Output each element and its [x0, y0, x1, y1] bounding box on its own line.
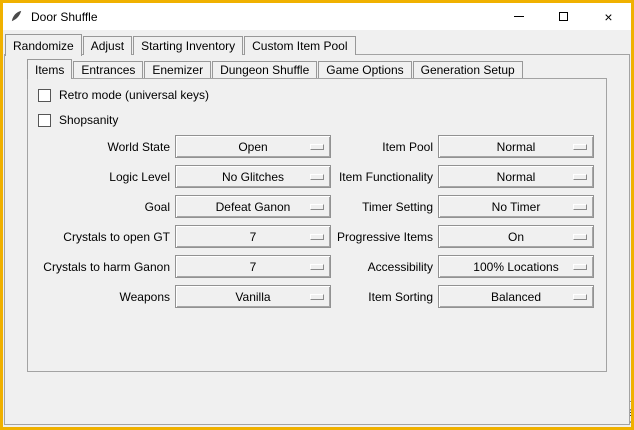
timer-setting-label: Timer Setting [291, 200, 433, 214]
dropdown-value: Normal [497, 140, 536, 154]
item-sorting-label: Item Sorting [291, 290, 433, 304]
minimize-icon [514, 16, 524, 17]
accessibility-dropdown[interactable]: 100% Locations [438, 255, 594, 278]
dropdown-value: No Glitches [222, 170, 284, 184]
crystals-gt-label: Crystals to open GT [28, 230, 170, 244]
dropdown-value: Normal [497, 170, 536, 184]
checkbox-shopsanity[interactable]: Shopsanity [38, 112, 118, 128]
dropdown-value: On [508, 230, 524, 244]
world-state-label: World State [28, 140, 170, 154]
dropdown-indicator-icon [573, 174, 587, 180]
maximize-icon [559, 12, 568, 21]
goal-label: Goal [28, 200, 170, 214]
item-sorting-dropdown[interactable]: Balanced [438, 285, 594, 308]
form-column-right: Item Pool Normal Item Functionality Norm… [291, 135, 594, 315]
randomize-tabstrip: Items Entrances Enemizer Dungeon Shuffle… [27, 59, 524, 78]
logic-level-label: Logic Level [28, 170, 170, 184]
dropdown-indicator-icon [573, 294, 587, 300]
tab-randomize[interactable]: Randomize [5, 34, 82, 56]
dropdown-value: No Timer [492, 200, 541, 214]
dropdown-value: Defeat Ganon [216, 200, 291, 214]
progressive-items-label: Progressive Items [291, 230, 433, 244]
minimize-button[interactable] [496, 3, 541, 30]
client-area: Randomize Adjust Starting Inventory Cust… [3, 30, 631, 427]
timer-setting-dropdown[interactable]: No Timer [438, 195, 594, 218]
item-functionality-label: Item Functionality [291, 170, 433, 184]
item-functionality-dropdown[interactable]: Normal [438, 165, 594, 188]
tab-dungeon-shuffle[interactable]: Dungeon Shuffle [212, 61, 317, 78]
maximize-button[interactable] [541, 3, 586, 30]
checkbox-label: Shopsanity [59, 113, 118, 127]
dropdown-value: Vanilla [235, 290, 270, 304]
checkbox-box[interactable] [38, 114, 51, 127]
checkbox-retro-mode[interactable]: Retro mode (universal keys) [38, 87, 209, 103]
items-panel: Retro mode (universal keys) Shopsanity W… [27, 78, 607, 372]
item-pool-label: Item Pool [291, 140, 433, 154]
tab-custom-item-pool[interactable]: Custom Item Pool [244, 36, 355, 55]
close-icon: × [604, 10, 612, 24]
tab-starting-inventory[interactable]: Starting Inventory [133, 36, 243, 55]
progressive-items-dropdown[interactable]: On [438, 225, 594, 248]
checkbox-box[interactable] [38, 89, 51, 102]
form-column-left: World State Open Logic Level No Glitches… [28, 135, 331, 315]
titlebar: Door Shuffle × [3, 3, 631, 30]
window-controls: × [496, 3, 631, 30]
tab-game-options[interactable]: Game Options [318, 61, 411, 78]
dropdown-indicator-icon [573, 144, 587, 150]
dropdown-value: 100% Locations [473, 260, 558, 274]
dropdown-indicator-icon [573, 204, 587, 210]
dropdown-value: Open [238, 140, 267, 154]
accessibility-label: Accessibility [291, 260, 433, 274]
checkbox-label: Retro mode (universal keys) [59, 88, 209, 102]
app-window: Door Shuffle × Randomize Adjust Starting… [0, 0, 634, 430]
tab-generation-setup[interactable]: Generation Setup [413, 61, 523, 78]
close-button[interactable]: × [586, 3, 631, 30]
crystals-ganon-label: Crystals to harm Ganon [28, 260, 170, 274]
tab-adjust[interactable]: Adjust [83, 36, 132, 55]
item-pool-dropdown[interactable]: Normal [438, 135, 594, 158]
app-icon [9, 9, 24, 24]
main-tabstrip: Randomize Adjust Starting Inventory Cust… [5, 33, 357, 55]
weapons-label: Weapons [28, 290, 170, 304]
dropdown-value: Balanced [491, 290, 541, 304]
window-title: Door Shuffle [31, 10, 98, 24]
dropdown-value: 7 [250, 260, 257, 274]
dropdown-indicator-icon [573, 264, 587, 270]
dropdown-value: 7 [250, 230, 257, 244]
tab-items[interactable]: Items [27, 59, 72, 79]
tab-entrances[interactable]: Entrances [73, 61, 143, 78]
dropdown-indicator-icon [573, 234, 587, 240]
tab-enemizer[interactable]: Enemizer [144, 61, 211, 78]
